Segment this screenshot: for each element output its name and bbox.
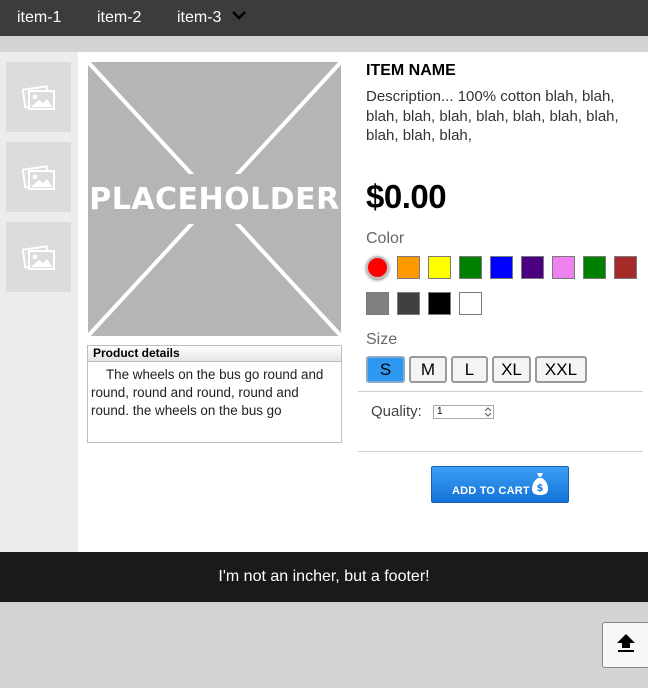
nav-item-3[interactable]: item-3 (177, 0, 246, 36)
color-swatch[interactable] (521, 256, 544, 279)
color-swatch[interactable] (459, 292, 482, 315)
back-to-top-button[interactable] (602, 622, 648, 668)
color-swatch[interactable] (366, 256, 389, 279)
main-product-image: PLACEHOLDER (88, 62, 341, 336)
page-footer: I'm not an incher, but a footer! (0, 552, 648, 602)
color-swatch[interactable] (397, 256, 420, 279)
footer-text: I'm not an incher, but a footer! (218, 568, 430, 585)
color-swatch[interactable] (490, 256, 513, 279)
color-swatch[interactable] (428, 292, 451, 315)
image-icon (21, 162, 57, 192)
thumbnail-strip (0, 52, 78, 552)
size-button-xxl[interactable]: XXL (535, 356, 587, 383)
add-to-cart-label: ADD TO CART (452, 485, 530, 497)
color-swatch[interactable] (583, 256, 606, 279)
size-button-s[interactable]: S (366, 356, 405, 383)
image-icon (21, 242, 57, 272)
nav-item-1[interactable]: item-1 (17, 0, 61, 36)
money-bag-icon: $ (531, 472, 549, 499)
product-panel: PLACEHOLDER Product details The wheels o… (0, 52, 648, 552)
nav-item-3-label: item-3 (177, 9, 222, 26)
size-button-l[interactable]: L (451, 356, 488, 383)
add-to-cart-button[interactable]: ADD TO CART $ (431, 466, 569, 503)
color-swatch[interactable] (366, 292, 389, 315)
size-button-m[interactable]: M (409, 356, 447, 383)
chevron-down-icon (232, 0, 246, 34)
top-nav-bar: item-1 item-2 item-3 (0, 0, 648, 36)
color-label: Color (366, 230, 405, 247)
item-name: ITEM NAME (366, 62, 456, 79)
product-details-text: The wheels on the bus go round and round… (91, 367, 324, 418)
arrow-up-to-top-icon (615, 632, 637, 659)
placeholder-label: PLACEHOLDER (89, 182, 340, 217)
color-swatch[interactable] (552, 256, 575, 279)
quantity-stepper[interactable]: 1 (433, 405, 494, 419)
thumbnail-1[interactable] (6, 62, 71, 132)
divider (358, 451, 643, 452)
image-icon (21, 82, 57, 112)
color-swatch[interactable] (428, 256, 451, 279)
product-details-box: Product details The wheels on the bus go… (87, 345, 342, 443)
thumbnail-2[interactable] (6, 142, 71, 212)
svg-text:$: $ (537, 483, 544, 494)
product-details-heading: Product details (88, 346, 341, 362)
size-button-xl[interactable]: XL (492, 356, 531, 383)
thumbnail-3[interactable] (6, 222, 71, 292)
divider (358, 391, 643, 392)
color-swatch[interactable] (614, 256, 637, 279)
color-swatch[interactable] (397, 292, 420, 315)
size-label: Size (366, 331, 398, 348)
quantity-label: Quality: (371, 403, 422, 420)
item-description: Description... 100% cotton blah, blah, b… (366, 88, 619, 144)
item-price: $0.00 (366, 178, 447, 215)
nav-item-2[interactable]: item-2 (97, 0, 141, 36)
quantity-value: 1 (437, 406, 443, 417)
color-swatch[interactable] (459, 256, 482, 279)
spinner-arrows-icon[interactable] (484, 407, 492, 417)
